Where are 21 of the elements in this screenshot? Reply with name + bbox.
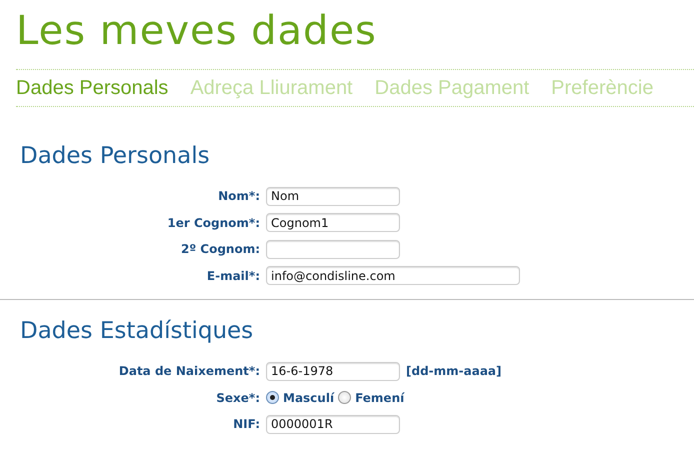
input-field[interactable]: Nom xyxy=(266,186,400,206)
radio-button[interactable] xyxy=(266,391,279,404)
radio-button[interactable] xyxy=(338,391,352,404)
format-hint: [dd-mm-aaaa] xyxy=(406,364,502,378)
field-label: NIF: xyxy=(232,417,261,432)
field-label: Nom*: xyxy=(217,189,261,204)
page-title: Les meves dades xyxy=(16,7,378,56)
input-field[interactable]: 0000001R xyxy=(266,414,400,434)
input-field[interactable]: Cognom1 xyxy=(266,213,400,232)
field-label: E-mail*: xyxy=(206,268,261,283)
input-field[interactable]: 16-6-1978 xyxy=(266,362,400,381)
field-label: 1er Cognom*: xyxy=(166,216,261,230)
radio-option[interactable]: Femení xyxy=(338,390,404,405)
field-label: Data de Naixement*: xyxy=(118,364,261,378)
field-label: Sexe*: xyxy=(215,390,261,405)
radio-option[interactable]: Masculí xyxy=(266,390,334,405)
field-label: 2º Cognom: xyxy=(180,242,261,256)
section-heading: Dades Estadístiques xyxy=(20,318,254,344)
input-field[interactable]: info@condisline.com xyxy=(266,266,520,286)
section-heading: Dades Personals xyxy=(20,143,211,169)
input-field[interactable] xyxy=(266,240,400,259)
